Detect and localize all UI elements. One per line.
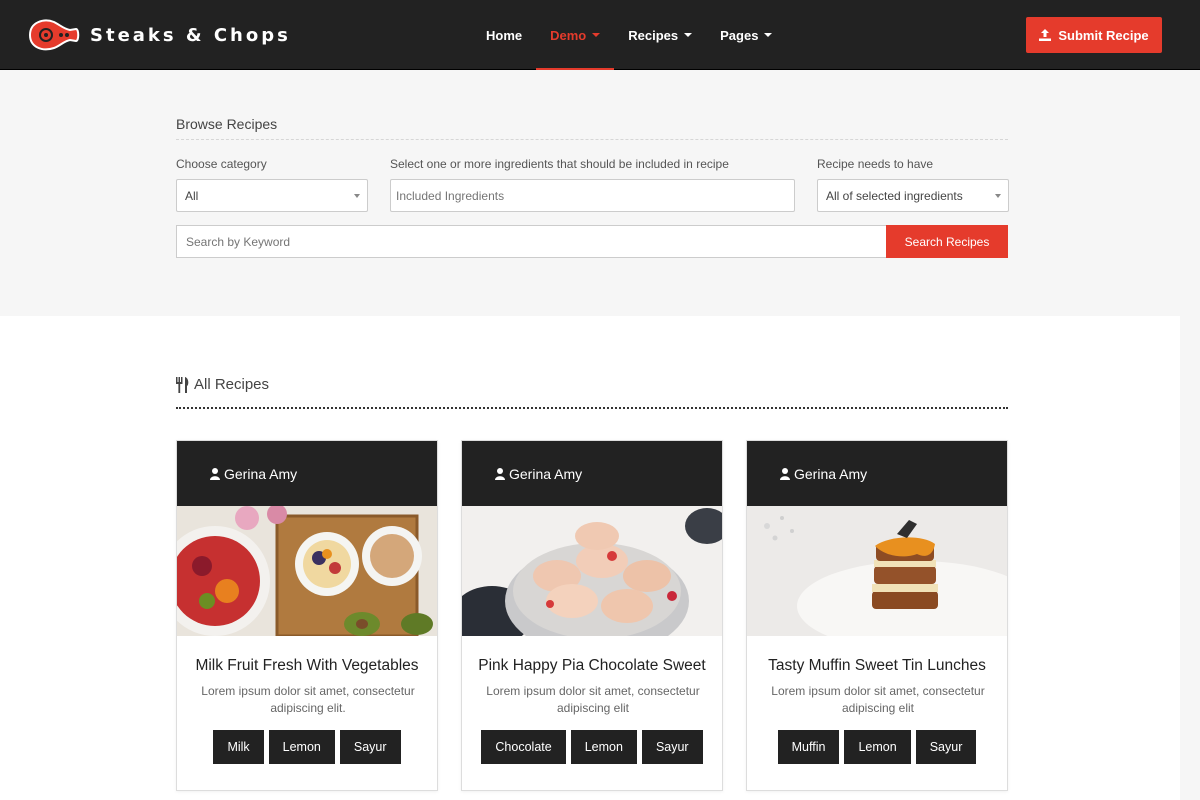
upload-icon <box>1039 29 1052 41</box>
user-icon <box>495 467 505 480</box>
recipe-card[interactable]: Gerina Amy Milk Fruit Fresh With Vegetab… <box>176 440 438 791</box>
tag-button[interactable]: Lemon <box>570 730 637 764</box>
ingredients-label: Select one or more ingredients that shou… <box>390 157 729 171</box>
browse-title: Browse Recipes <box>176 116 278 132</box>
page-edge <box>1180 316 1200 800</box>
nav-recipes[interactable]: Recipes <box>614 0 706 70</box>
brand[interactable]: Steaks & Chops <box>26 16 291 54</box>
recipes-section: All Recipes Gerina Amy Milk Fruit Fresh … <box>0 316 1180 800</box>
submit-recipe-label: Submit Recipe <box>1058 27 1149 43</box>
nav-demo[interactable]: Demo <box>536 0 615 70</box>
tag-button[interactable]: Milk <box>213 730 264 764</box>
navbar: Steaks & Chops Home Demo Recipes Pages S… <box>0 0 1200 70</box>
search-section: Browse Recipes Choose category All Selec… <box>0 70 1200 316</box>
tag-button[interactable]: Sayur <box>339 730 401 764</box>
search-recipes-button[interactable]: Search Recipes <box>886 225 1008 258</box>
nav-pages-label: Pages <box>720 27 759 43</box>
chevron-down-icon <box>764 33 773 37</box>
card-author[interactable]: Gerina Amy <box>224 466 297 482</box>
tag-button[interactable]: Lemon <box>268 730 335 764</box>
tag-button[interactable]: Lemon <box>844 730 911 764</box>
card-author[interactable]: Gerina Amy <box>509 466 582 482</box>
card-author[interactable]: Gerina Amy <box>794 466 867 482</box>
cutlery-icon <box>176 376 189 393</box>
recipe-tags: Chocolate Lemon Sayur <box>462 730 722 764</box>
category-select[interactable]: All <box>176 179 368 212</box>
chevron-down-icon <box>354 194 360 198</box>
nav-pages[interactable]: Pages <box>706 0 786 70</box>
all-recipes-title: All Recipes <box>194 376 270 393</box>
brand-name: Steaks & Chops <box>90 24 291 46</box>
chevron-down-icon <box>592 33 601 37</box>
recipe-tags: Milk Lemon Sayur <box>177 730 437 764</box>
chevron-down-icon <box>995 194 1001 198</box>
needs-label: Recipe needs to have <box>817 157 934 171</box>
recipe-card[interactable]: Gerina Amy Pink Happy Pia Chocolate Swee… <box>461 440 723 791</box>
tag-button[interactable]: Muffin <box>777 730 840 764</box>
category-select-value: All <box>185 188 199 203</box>
tag-button[interactable]: Sayur <box>641 730 703 764</box>
nav-recipes-label: Recipes <box>628 27 679 43</box>
browse-divider <box>176 139 1008 140</box>
submit-recipe-button[interactable]: Submit Recipe <box>1026 17 1162 53</box>
tag-button[interactable]: Chocolate <box>481 730 566 764</box>
needs-select[interactable]: All of selected ingredients <box>817 179 1009 212</box>
recipe-title[interactable]: Milk Fruit Fresh With Vegetables <box>177 657 437 675</box>
recipe-image-macarons[interactable] <box>462 506 722 636</box>
ingredients-input[interactable] <box>390 179 795 212</box>
recipe-image-layer-cake[interactable] <box>747 506 1007 636</box>
recipe-title[interactable]: Pink Happy Pia Chocolate Sweet <box>462 657 722 675</box>
recipe-description: Lorem ipsum dolor sit amet, consectetur … <box>201 684 415 715</box>
nav-home[interactable]: Home <box>472 0 536 70</box>
recipe-image-fruit-bowl[interactable] <box>177 506 437 636</box>
keyword-search-input[interactable] <box>176 225 887 258</box>
chevron-down-icon <box>684 33 693 37</box>
tag-button[interactable]: Sayur <box>915 730 977 764</box>
recipe-tags: Muffin Lemon Sayur <box>747 730 1007 764</box>
card-author-bar: Gerina Amy <box>462 441 722 506</box>
recipe-card[interactable]: Gerina Amy Tasty Muffin Sweet Tin Lunche… <box>746 440 1008 791</box>
user-icon <box>210 467 220 480</box>
main-nav: Home Demo Recipes Pages <box>472 0 786 70</box>
recipe-description: Lorem ipsum dolor sit amet, consectetur … <box>771 684 985 715</box>
card-author-bar: Gerina Amy <box>747 441 1007 506</box>
all-recipes-divider <box>176 407 1008 409</box>
recipe-title[interactable]: Tasty Muffin Sweet Tin Lunches <box>747 657 1007 675</box>
category-label: Choose category <box>176 157 267 171</box>
nav-home-label: Home <box>486 27 523 43</box>
nav-demo-label: Demo <box>550 27 587 43</box>
recipe-description: Lorem ipsum dolor sit amet, consectetur … <box>486 684 700 715</box>
all-recipes-heading: All Recipes <box>176 376 269 393</box>
steak-logo-icon <box>28 19 80 51</box>
card-author-bar: Gerina Amy <box>177 441 437 506</box>
user-icon <box>780 467 790 480</box>
needs-select-value: All of selected ingredients <box>826 188 963 203</box>
